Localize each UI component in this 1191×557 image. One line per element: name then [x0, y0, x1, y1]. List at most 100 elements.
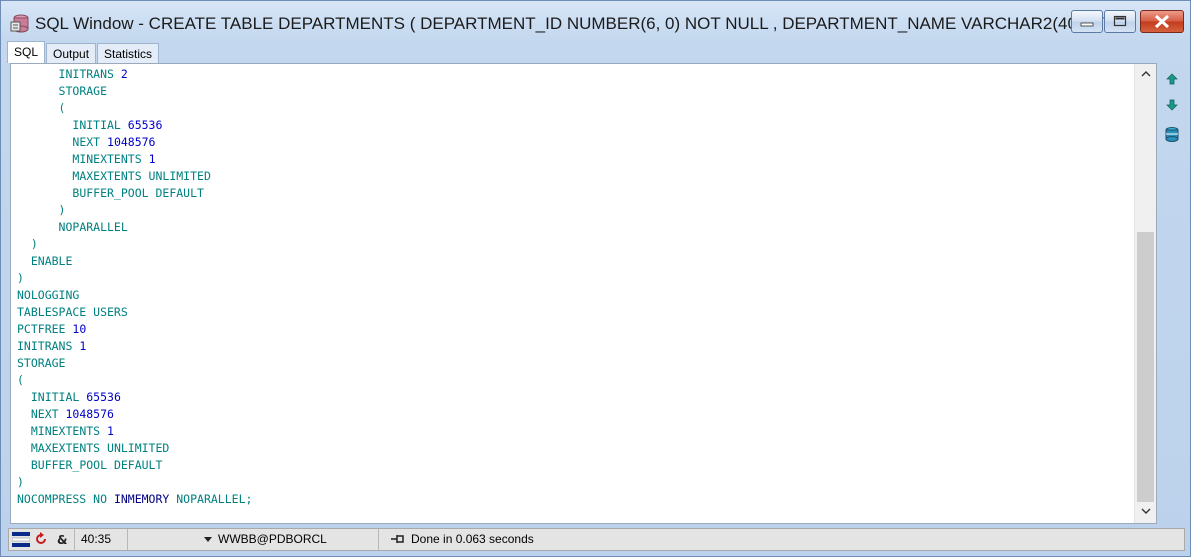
- refresh-icon[interactable]: [34, 532, 48, 546]
- code-token: MINEXTENTS: [72, 152, 149, 166]
- code-token: INITIAL: [30, 390, 87, 404]
- code-token: ENABLE: [30, 254, 73, 268]
- code-token: 1: [148, 152, 156, 166]
- status-message-text: Done in 0.063 seconds: [411, 532, 534, 546]
- code-token: TABLESPACE USERS: [17, 305, 128, 319]
- code-token: ): [58, 203, 66, 217]
- code-line[interactable]: ENABLE: [17, 253, 252, 270]
- dropdown-arrow-icon: [204, 537, 212, 542]
- status-icons: &: [9, 529, 75, 550]
- minimize-button[interactable]: [1071, 10, 1103, 33]
- code-token: MINEXTENTS: [30, 424, 108, 438]
- code-text[interactable]: INITRANS 2 STORAGE ( INITIAL 65536 NEXT …: [17, 66, 252, 508]
- code-token: MAXEXTENTS UNLIMITED: [30, 441, 170, 455]
- code-line[interactable]: INITIAL 65536: [17, 117, 252, 134]
- code-token: 1: [107, 424, 114, 438]
- code-token: STORAGE: [58, 84, 108, 98]
- code-line[interactable]: INITIAL 65536: [17, 389, 252, 406]
- code-line[interactable]: (: [17, 372, 252, 389]
- code-line[interactable]: NOCOMPRESS NO INMEMORY NOPARALLEL;: [17, 491, 252, 508]
- move-up-button[interactable]: [1163, 72, 1181, 90]
- status-bar: & 40:35 WWBB@PDBORCL Done in 0.063 secon…: [8, 528, 1185, 551]
- code-line[interactable]: ): [17, 270, 252, 287]
- database-icon: [1165, 127, 1179, 142]
- code-line[interactable]: BUFFER_POOL DEFAULT: [17, 185, 252, 202]
- code-line[interactable]: NEXT 1048576: [17, 134, 252, 151]
- code-token: STORAGE: [17, 356, 66, 370]
- code-token: BUFFER_POOL DEFAULT: [30, 458, 163, 472]
- code-line[interactable]: STORAGE: [17, 355, 252, 372]
- code-line[interactable]: NOPARALLEL: [17, 219, 252, 236]
- ampersand-icon[interactable]: &: [56, 533, 68, 546]
- code-token: BUFFER_POOL DEFAULT: [72, 186, 204, 200]
- chevron-down-icon: [1141, 508, 1150, 514]
- code-line[interactable]: STORAGE: [17, 83, 252, 100]
- code-token: 2: [120, 67, 128, 81]
- code-token: 65536: [86, 390, 121, 404]
- editor-mode-icon[interactable]: [12, 532, 30, 547]
- code-token: INITRANS: [58, 67, 121, 81]
- code-line[interactable]: ): [17, 202, 252, 219]
- move-up-icon: [1166, 73, 1178, 85]
- connection-label: WWBB@PDBORCL: [218, 532, 327, 546]
- connection-selector[interactable]: WWBB@PDBORCL: [128, 529, 379, 550]
- code-line[interactable]: BUFFER_POOL DEFAULT: [17, 457, 252, 474]
- title-bar[interactable]: SQL Window - CREATE TABLE DEPARTMENTS ( …: [1, 1, 1190, 39]
- close-icon: [1154, 14, 1170, 29]
- code-token: NEXT: [30, 407, 66, 421]
- tab-bar: SQL Output Statistics: [7, 41, 160, 63]
- chevron-up-icon: [1141, 71, 1150, 77]
- code-line[interactable]: MINEXTENTS 1: [17, 423, 252, 440]
- code-token: 65536: [127, 118, 163, 132]
- tab-output[interactable]: Output: [46, 43, 97, 63]
- code-token: ): [17, 475, 24, 489]
- code-line[interactable]: MAXEXTENTS UNLIMITED: [17, 440, 252, 457]
- scroll-down-button[interactable]: [1135, 503, 1156, 521]
- code-line[interactable]: ): [17, 474, 252, 491]
- code-token: INMEMORY: [113, 492, 170, 506]
- code-line[interactable]: TABLESPACE USERS: [17, 304, 252, 321]
- tab-statistics[interactable]: Statistics: [97, 43, 160, 63]
- sql-window: SQL Window - CREATE TABLE DEPARTMENTS ( …: [0, 0, 1191, 557]
- code-line[interactable]: MINEXTENTS 1: [17, 151, 252, 168]
- move-down-button[interactable]: [1163, 98, 1181, 116]
- code-token: (: [58, 101, 66, 115]
- code-token: NOLOGGING: [17, 288, 80, 302]
- sql-editor[interactable]: INITRANS 2 STORAGE ( INITIAL 65536 NEXT …: [10, 63, 1157, 524]
- code-token: 1048576: [65, 407, 114, 421]
- maximize-button[interactable]: [1104, 10, 1136, 33]
- close-button[interactable]: [1140, 10, 1184, 33]
- minimize-icon: [1080, 22, 1094, 27]
- code-line[interactable]: INITRANS 1: [17, 338, 252, 355]
- window-title: SQL Window - CREATE TABLE DEPARTMENTS ( …: [35, 14, 1134, 33]
- code-token: NOPARALLEL;: [169, 492, 253, 506]
- pin-icon: [391, 535, 404, 543]
- code-line[interactable]: (: [17, 100, 252, 117]
- code-line[interactable]: INITRANS 2: [17, 66, 252, 83]
- code-line[interactable]: ): [17, 236, 252, 253]
- code-token: 1048576: [107, 135, 156, 149]
- database-button[interactable]: [1163, 126, 1181, 144]
- code-line[interactable]: NOLOGGING: [17, 287, 252, 304]
- vertical-scrollbar[interactable]: [1134, 64, 1156, 523]
- tab-sql[interactable]: SQL: [7, 41, 46, 63]
- move-down-icon: [1166, 99, 1178, 111]
- code-token: (: [17, 373, 24, 387]
- scroll-thumb[interactable]: [1137, 232, 1154, 502]
- code-line[interactable]: MAXEXTENTS UNLIMITED: [17, 168, 252, 185]
- window-controls: [1070, 10, 1184, 34]
- code-line[interactable]: PCTFREE 10: [17, 321, 252, 338]
- code-line[interactable]: NEXT 1048576: [17, 406, 252, 423]
- code-token: 1: [79, 339, 87, 353]
- code-token: INITRANS: [17, 339, 80, 353]
- scroll-up-button[interactable]: [1135, 66, 1156, 84]
